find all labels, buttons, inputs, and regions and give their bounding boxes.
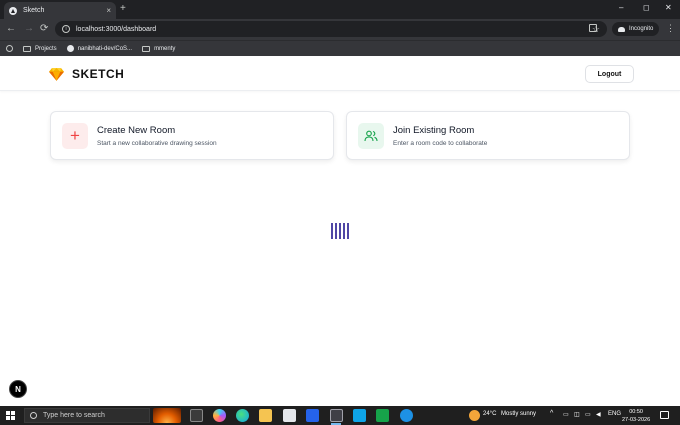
mail-icon[interactable] xyxy=(306,409,319,422)
docker-icon[interactable] xyxy=(400,409,413,422)
bookmark-apps[interactable] xyxy=(6,45,13,52)
sketch-logo-icon[interactable] xyxy=(49,67,64,81)
loader-bar xyxy=(331,223,333,239)
bookmark-label: nanibhati-dev/CoS... xyxy=(77,45,133,52)
join-room-card[interactable]: Join Existing Room Enter a room code to … xyxy=(346,111,630,160)
weather-icon[interactable] xyxy=(469,410,480,421)
join-room-text: Join Existing Room Enter a room code to … xyxy=(393,125,487,147)
browser-tabstrip: Sketch × + – ◻ ✕ xyxy=(0,0,680,19)
tab-favicon-icon xyxy=(9,6,17,15)
tab-title: Sketch xyxy=(23,7,45,14)
browser-tab[interactable]: Sketch × xyxy=(4,2,116,19)
join-room-subtitle: Enter a room code to collaborate xyxy=(393,139,488,147)
news-widget-icon[interactable] xyxy=(153,408,181,423)
create-room-icon-box: + xyxy=(62,122,88,149)
incognito-indicator[interactable]: Incognito xyxy=(612,22,660,36)
vscode-icon[interactable] xyxy=(353,409,366,422)
new-tab-button[interactable]: + xyxy=(120,3,126,14)
create-room-text: Create New Room Start a new collaborativ… xyxy=(97,125,217,147)
nextjs-dev-badge[interactable]: N xyxy=(9,380,27,398)
incognito-icon xyxy=(618,26,625,32)
tray-icon[interactable]: ▭ xyxy=(563,411,569,418)
browser-toolbar: ← → ⟳ i localhost:3000/dashboard ☆ Incog… xyxy=(0,19,680,40)
copilot-icon[interactable] xyxy=(213,409,226,422)
logo-text[interactable]: SKETCH xyxy=(72,67,124,81)
create-room-card[interactable]: + Create New Room Start a new collaborat… xyxy=(50,111,334,160)
folder-icon xyxy=(23,45,31,52)
tray-chevron-icon[interactable]: ^ xyxy=(550,410,553,417)
bookmark-label: Projects xyxy=(35,45,57,52)
store-icon[interactable] xyxy=(283,409,296,422)
bookmarks-bar: Projects nanibhati-dev/CoS... mmenty xyxy=(0,40,680,56)
address-bar[interactable]: i localhost:3000/dashboard ☆ xyxy=(55,21,607,37)
plus-icon: + xyxy=(70,126,80,145)
loader-bar xyxy=(343,223,345,239)
weather-temp[interactable]: 24°C xyxy=(483,411,496,417)
bookmark-mmenty[interactable]: mmenty xyxy=(142,45,176,52)
url-text[interactable]: localhost:3000/dashboard xyxy=(76,26,592,33)
windows-taskbar: Type here to search 24°C Mostly sunny ^ … xyxy=(0,406,680,425)
incognito-label: Incognito xyxy=(629,26,654,32)
github-icon xyxy=(66,45,74,52)
battery-icon[interactable]: ▭ xyxy=(585,411,591,418)
create-room-title: Create New Room xyxy=(97,124,176,136)
clock-time: 00:50 xyxy=(629,409,643,415)
file-explorer-icon[interactable] xyxy=(259,409,272,422)
tab-close-icon[interactable]: × xyxy=(106,6,111,15)
taskbar-search[interactable]: Type here to search xyxy=(24,408,150,423)
loader-bar xyxy=(339,223,341,239)
taskbar-clock[interactable]: 00:50 27-03-2026 xyxy=(622,408,650,424)
edge-icon[interactable] xyxy=(236,409,249,422)
search-icon xyxy=(30,412,37,419)
bookmark-github[interactable]: nanibhati-dev/CoS... xyxy=(66,45,133,52)
chrome-incognito-taskbar-icon[interactable] xyxy=(330,409,343,422)
clock-date: 27-03-2026 xyxy=(622,417,651,423)
notepad-plus-icon[interactable] xyxy=(376,409,389,422)
volume-icon[interactable]: ◀ xyxy=(596,411,601,418)
windows-start-icon[interactable] xyxy=(6,411,15,420)
network-icon[interactable]: ◫ xyxy=(574,411,580,418)
logout-button[interactable]: Logout xyxy=(585,65,634,83)
task-view-icon[interactable] xyxy=(190,409,203,422)
close-window-button[interactable]: ✕ xyxy=(665,3,672,12)
app-header: SKETCH Logout xyxy=(0,57,680,91)
language-indicator[interactable]: ENG xyxy=(608,411,621,417)
search-placeholder: Type here to search xyxy=(43,412,105,419)
minimize-button[interactable]: – xyxy=(619,3,623,12)
forward-button[interactable]: → xyxy=(24,23,34,34)
back-button[interactable]: ← xyxy=(6,23,16,34)
weather-desc[interactable]: Mostly sunny xyxy=(501,411,536,417)
folder-icon xyxy=(142,45,151,52)
side-panel-icon[interactable] xyxy=(589,24,597,32)
loader-bar xyxy=(335,223,337,239)
bookmark-projects[interactable]: Projects xyxy=(23,45,57,52)
bookmark-label: mmenty xyxy=(154,45,176,52)
join-room-icon-box xyxy=(358,122,384,149)
loader-bar xyxy=(347,223,349,239)
users-icon xyxy=(364,130,378,141)
create-room-subtitle: Start a new collaborative drawing sessio… xyxy=(97,139,217,147)
site-info-icon[interactable]: i xyxy=(62,25,70,33)
apps-icon xyxy=(6,45,13,52)
maximize-button[interactable]: ◻ xyxy=(643,3,650,12)
reload-button[interactable]: ⟳ xyxy=(40,23,48,34)
join-room-title: Join Existing Room xyxy=(393,124,475,136)
loading-spinner xyxy=(331,223,349,239)
notification-icon[interactable] xyxy=(660,411,669,419)
browser-menu-icon[interactable]: ⋮ xyxy=(666,23,675,34)
